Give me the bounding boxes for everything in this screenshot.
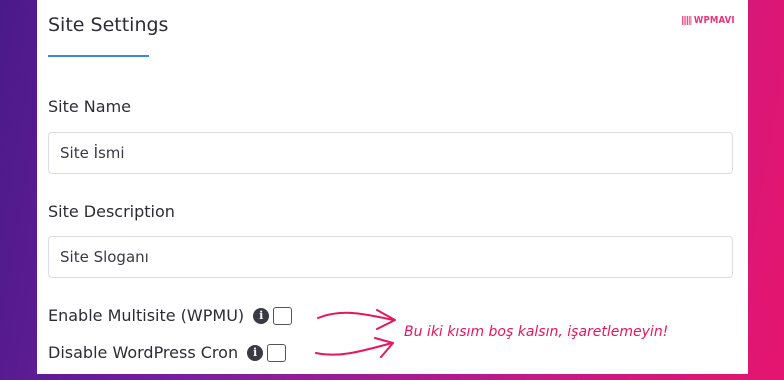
logo-text: WPMAVI <box>693 15 735 26</box>
cron-label: Disable WordPress Cron <box>48 343 239 362</box>
site-description-label: Site Description <box>48 202 175 221</box>
cron-option: Disable WordPress Cron i <box>48 343 287 362</box>
cron-checkbox[interactable] <box>267 343 287 362</box>
annotation-note: Bu iki kısım boş kalsın, işaretlemeyin! <box>404 324 669 340</box>
wpmavi-logo: WPMAVI <box>682 15 735 26</box>
settings-panel: Site Settings WPMAVI Site Name Site İsmi… <box>37 0 748 374</box>
logo-barcode-icon <box>682 16 692 25</box>
info-icon[interactable]: i <box>247 344 264 361</box>
info-icon[interactable]: i <box>253 307 270 324</box>
site-name-label: Site Name <box>48 97 132 116</box>
site-description-input[interactable]: Site Sloganı <box>48 236 733 278</box>
site-name-input[interactable]: Site İsmi <box>48 132 733 174</box>
multisite-label: Enable Multisite (WPMU) <box>48 306 245 325</box>
title-underline <box>48 55 149 57</box>
multisite-option: Enable Multisite (WPMU) i <box>48 306 293 325</box>
multisite-checkbox[interactable] <box>273 306 293 325</box>
page-title: Site Settings <box>48 14 169 36</box>
